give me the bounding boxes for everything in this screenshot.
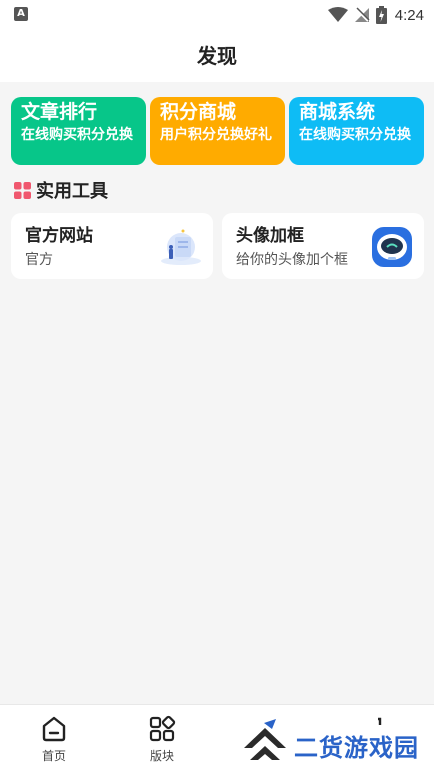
tool-official-website[interactable]: 官方网站 官方 (11, 213, 213, 279)
status-icons: 4:24 (327, 5, 424, 25)
card-desc: 在线购买积分兑换 (299, 127, 411, 143)
watermark: 二货游戏园 (242, 724, 419, 766)
page-header: 发现 (0, 30, 434, 82)
grid-icon (14, 181, 31, 199)
tools-section-heading: 实用工具 (14, 179, 108, 202)
card-points-mall[interactable]: 积分商城 用户积分兑换好礼 (150, 97, 285, 165)
no-signal-icon (354, 7, 370, 22)
app-notification-icon: A (14, 7, 28, 21)
website-illustration-icon (161, 229, 201, 265)
section-title: 实用工具 (36, 181, 108, 202)
tab-blocks[interactable]: 版块 (108, 705, 216, 771)
page-title: 发现 (197, 44, 237, 68)
clock: 4:24 (394, 6, 424, 24)
card-desc: 在线购买积分兑换 (21, 127, 133, 143)
watermark-logo-icon (244, 728, 286, 760)
wifi-icon (327, 7, 348, 22)
tool-avatar-frame[interactable]: 头像加框 给你的头像加个框 (222, 213, 424, 279)
card-desc: 用户积分兑换好礼 (160, 127, 272, 143)
watermark-text: 二货游戏园 (294, 733, 419, 762)
tab-home[interactable]: 首页 (0, 705, 108, 771)
card-mall-system[interactable]: 商城系统 在线购买积分兑换 (289, 97, 424, 165)
feature-cards: 文章排行 在线购买积分兑换 积分商城 用户积分兑换好礼 商城系统 在线购买积分兑… (11, 97, 424, 165)
card-title: 文章排行 (21, 101, 98, 123)
battery-icon (375, 6, 387, 24)
blocks-icon (149, 715, 176, 742)
card-title: 商城系统 (299, 101, 376, 123)
status-bar: A 4:24 (0, 0, 434, 30)
tab-label: 首页 (41, 749, 66, 763)
card-title: 积分商城 (160, 101, 237, 123)
robot-avatar-icon (372, 227, 412, 267)
home-icon (42, 716, 66, 742)
card-article-ranking[interactable]: 文章排行 在线购买积分兑换 (11, 97, 146, 165)
tab-label: 版块 (149, 749, 174, 763)
